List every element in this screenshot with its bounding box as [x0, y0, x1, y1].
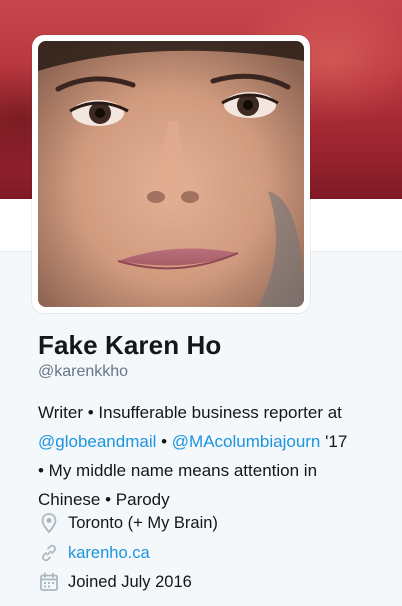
profile-joined-date: Joined July 2016	[38, 570, 192, 594]
bio-line: Writer • Insufferable business reporter …	[38, 403, 342, 422]
profile-avatar-frame[interactable]	[32, 35, 310, 313]
mention-link-globeandmail[interactable]: @globeandmail	[38, 432, 156, 451]
profile-location: Toronto (+ My Brain)	[38, 511, 218, 535]
bio-line: @globeandmail • @MAcolumbiajourn '17	[38, 427, 390, 456]
bio-line: Chinese • Parody	[38, 490, 170, 509]
profile-bio: Writer • Insufferable business reporter …	[38, 398, 390, 514]
location-text: Toronto (+ My Brain)	[68, 513, 218, 532]
profile-website[interactable]: karenho.ca	[38, 541, 150, 565]
bio-text: '17	[320, 432, 348, 451]
avatar[interactable]	[38, 41, 304, 307]
joined-text: Joined July 2016	[68, 572, 192, 591]
bio-separator: •	[156, 432, 172, 451]
mention-link-macolumbiajourn[interactable]: @MAcolumbiajourn	[172, 432, 321, 451]
calendar-icon	[38, 571, 60, 593]
bio-line: • My middle name means attention in	[38, 461, 318, 480]
link-icon	[38, 542, 60, 564]
profile-display-name[interactable]: Fake Karen Ho	[38, 330, 221, 361]
avatar-photo	[38, 41, 304, 307]
map-pin-icon	[38, 512, 60, 534]
website-link[interactable]: karenho.ca	[68, 544, 150, 563]
profile-handle[interactable]: @karenkkho	[38, 363, 128, 381]
